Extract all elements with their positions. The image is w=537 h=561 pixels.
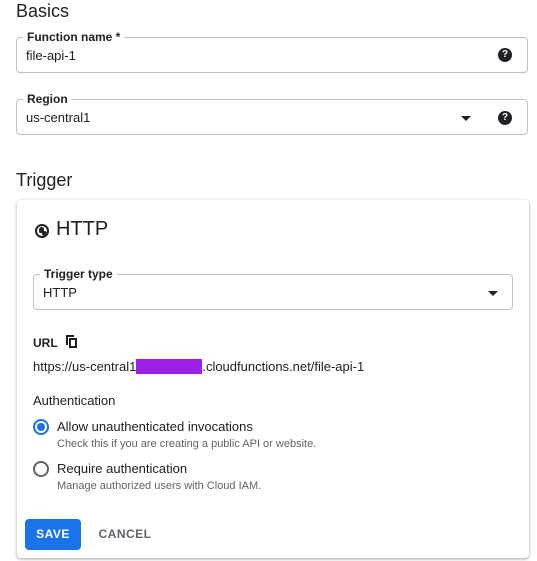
- region-select[interactable]: Region us-central1 ?: [16, 92, 528, 135]
- require-authentication-label[interactable]: Require authentication: [57, 461, 187, 476]
- url-suffix: .cloudfunctions.net/file-api-1: [202, 359, 365, 374]
- function-name-input[interactable]: file-api-1: [26, 48, 76, 63]
- allow-unauthenticated-label[interactable]: Allow unauthenticated invocations: [57, 419, 253, 434]
- globe-icon: [35, 224, 49, 238]
- trigger-heading: Trigger: [16, 170, 73, 190]
- redaction-block: [136, 359, 203, 374]
- help-circle-icon[interactable]: ?: [498, 111, 512, 125]
- url-label: URL: [33, 336, 58, 350]
- trigger-type-select[interactable]: Trigger type HTTP: [33, 267, 513, 310]
- allow-unauthenticated-help: Check this if you are creating a public …: [57, 438, 317, 450]
- help-circle-icon[interactable]: ?: [498, 48, 512, 62]
- trigger-card-title: HTTP: [56, 218, 109, 240]
- function-name-field[interactable]: Function name * file-api-1 ?: [16, 30, 528, 73]
- basics-heading: Basics: [16, 1, 70, 21]
- trigger-card: [17, 200, 529, 558]
- cancel-button[interactable]: CANCEL: [95, 519, 155, 550]
- trigger-type-label: Trigger type: [40, 267, 117, 281]
- arrow-drop-down-icon[interactable]: [488, 291, 498, 296]
- region-value: us-central1: [26, 110, 91, 125]
- arrow-drop-down-icon[interactable]: [461, 116, 471, 121]
- region-label: Region: [23, 92, 72, 106]
- authentication-label: Authentication: [33, 393, 116, 408]
- radio-allow-unauthenticated[interactable]: [33, 419, 49, 435]
- radio-require-authentication[interactable]: [33, 461, 49, 477]
- trigger-type-value: HTTP: [43, 285, 77, 300]
- function-name-label: Function name *: [23, 30, 125, 44]
- url-prefix: https://us-central1: [33, 359, 137, 374]
- trigger-url[interactable]: https://us-central1 .cloudfunctions.net/f…: [33, 359, 364, 374]
- require-authentication-help: Manage authorized users with Cloud IAM.: [57, 480, 262, 492]
- save-button[interactable]: SAVE: [25, 519, 81, 550]
- copy-icon[interactable]: [66, 335, 78, 348]
